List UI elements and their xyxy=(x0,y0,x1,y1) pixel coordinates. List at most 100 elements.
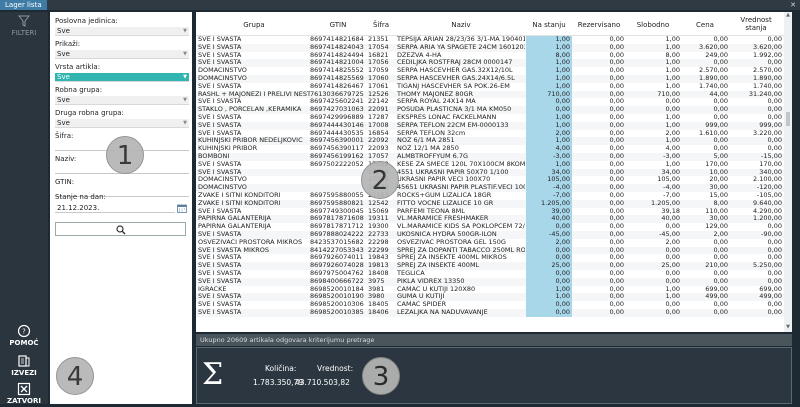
table-row[interactable]: PAPIRNA GALANTERIJA 8697817871712 19300 VL.… xyxy=(196,223,784,231)
prikazi-select[interactable]: Sve ▼ xyxy=(55,50,189,59)
cell-grupa: DOMACINSTVO xyxy=(198,67,247,75)
cell-slobodno: 1,00 xyxy=(665,74,680,82)
cell-na-stanju: 0,00 xyxy=(526,254,572,263)
cell-gtin: 8697595880821 xyxy=(310,199,364,207)
cell-sifra: 17008 xyxy=(368,121,389,129)
table-row[interactable]: SVE I SVASTA 8697749300045 15069 PARFEMI TE… xyxy=(196,207,784,216)
cell-grupa: SVE I SVASTA xyxy=(198,308,242,316)
cell-na-stanju: 1,00 xyxy=(526,137,572,146)
cell-rezervisano: 0,00 xyxy=(609,51,624,59)
table-row[interactable]: SVE I SVASTA 8697414821004 17056 CEDILJKA R… xyxy=(196,59,784,68)
table-row[interactable]: IGRACKE 8698520010184 3981 CAMAC U KUTIJI 1… xyxy=(196,285,784,294)
scrollbar-thumb[interactable] xyxy=(786,112,790,126)
table-row[interactable]: OSVEŽIVAČI PROSTORA MIKROS 8423537015682 2… xyxy=(196,238,784,247)
callout-1: 1 xyxy=(106,136,144,174)
cell-slobodno: 0,00 xyxy=(665,223,680,231)
cell-grupa: SVE I SVASTA xyxy=(198,168,242,176)
druga-robna-grupa-select[interactable]: Sve ▼ xyxy=(55,119,189,128)
column-header-grupa[interactable]: Grupa xyxy=(198,21,310,29)
table-row[interactable]: SVE I SVASTA 8698520010385 18406 LEZALJKA N… xyxy=(196,308,784,317)
cell-vrednost: 2.570,00 xyxy=(753,67,782,75)
table-row[interactable]: SVE I SVASTA 8697926074011 19843 SPREJ ZA I… xyxy=(196,254,784,263)
cell-na-stanju: 34,00 xyxy=(526,168,572,177)
calendar-icon[interactable] xyxy=(177,204,187,213)
table-row[interactable]: SVE I SVASTA170664551 UKRASNI PAPIR 50X7… xyxy=(196,168,784,177)
tab-lager-lista[interactable]: Lager lista xyxy=(0,0,47,10)
filters-button[interactable]: FILTERI xyxy=(0,14,48,37)
cell-vrednost: 0,00 xyxy=(767,36,782,43)
cell-slobodno: 40,00 xyxy=(661,215,680,223)
cell-sifra: 17061 xyxy=(368,82,389,90)
table-row[interactable]: KUHINJSKI PRIBOR 8697456390117 22093 NOZ 12… xyxy=(196,145,784,153)
cell-naziv: SERPA HASCEVHER GAS.32X12/10L xyxy=(397,67,513,75)
robna-grupa-select[interactable]: Sve ▼ xyxy=(55,96,189,105)
table-row[interactable]: DOMACINSTVO1677245651 UKRASNI PAPIR PLAS… xyxy=(196,184,784,192)
table-row[interactable]: STAKLO , PORCELAN ,KERAMIKA 8697427031063… xyxy=(196,106,784,114)
table-row[interactable]: SVE I SVASTA 8697425602241 22142 SERPA ROYA… xyxy=(196,98,784,107)
cell-grupa: DOMACINSTVO xyxy=(198,176,247,184)
close-icon[interactable]: ✕ xyxy=(788,0,798,10)
column-header-vrednost-stanja[interactable]: Vrednost stanja xyxy=(730,16,782,32)
prikazi-value: Sve xyxy=(57,50,70,58)
export-button[interactable]: IZVEZI xyxy=(0,354,48,377)
column-header-na-stanju[interactable]: Na stanju xyxy=(526,21,572,29)
table-row[interactable]: SVE I SVASTA 8698520010306 18405 CAMAC SPID… xyxy=(196,301,784,309)
chevron-down-icon: ▼ xyxy=(183,74,187,80)
table-row[interactable]: BOMBONI 8697456199162 17057 ALMBTROFFYUM 6.… xyxy=(196,152,784,161)
chevron-down-icon: ▼ xyxy=(183,51,187,57)
vrsta-artikla-select[interactable]: Sve ▼ xyxy=(55,73,189,82)
table-row[interactable]: SVE I SVASTA 8698400666722 3975 PIKLA VIDRE… xyxy=(196,277,784,286)
column-header-naziv[interactable]: Naziv xyxy=(397,21,525,29)
table-row[interactable]: SVE I SVASTA 8697414824494 16821 DZEZVA 4-H… xyxy=(196,51,784,60)
grid-header: Grupa GTIN Šifra Naziv Na stanju Rezervi… xyxy=(196,12,792,36)
table-row[interactable]: SVE I SVASTA 8697926074028 19813 SPREJ ZA I… xyxy=(196,262,784,270)
column-header-sifra[interactable]: Šifra xyxy=(368,21,394,29)
lager-lista-window: Lager lista ✕ FILTERI ? POMOĆ IZVEZI ZAT… xyxy=(0,0,800,407)
totals-panel: Σ Količina: 1.783.350,79 Vrednost: 43.71… xyxy=(196,347,792,404)
table-row[interactable]: KUHINJSKI PRIBOR NEDELJKOVIC 869745639000… xyxy=(196,137,784,146)
help-icon: ? xyxy=(17,324,31,338)
cell-grupa: SVE I SVASTA xyxy=(198,269,242,277)
robna-grupa-label: Robna grupa: xyxy=(55,86,103,94)
table-row[interactable]: SVE I SVASTA 8697414826467 17061 TIGANJ HAS… xyxy=(196,82,784,91)
robna-grupa-value: Sve xyxy=(57,96,70,104)
table-row[interactable]: SVE I SVASTA 8698520010190 3980 GUMA U KUTI… xyxy=(196,293,784,302)
stanje-na-dan-input[interactable]: 21.12.2023. xyxy=(55,203,175,213)
cell-cena: 1.890,00 xyxy=(699,74,728,82)
close-button[interactable]: ZATVORI xyxy=(0,382,48,405)
scroll-down-icon[interactable]: ▼ xyxy=(784,324,792,332)
table-row[interactable]: SVE I SVASTA MIKROS 8414227053343 22299 SPR… xyxy=(196,246,784,255)
column-header-gtin[interactable]: GTIN xyxy=(310,21,366,29)
table-row[interactable]: SVE I SVASTA 8697888024222 22733 UKOSNICA H… xyxy=(196,230,784,239)
table-row[interactable]: DOMACINSTVO 8697414825552 17059 SERPA HASCE… xyxy=(196,67,784,75)
cell-slobodno: 0,00 xyxy=(665,98,680,106)
poslovna-jedinica-select[interactable]: Sve ▼ xyxy=(55,27,189,36)
column-header-rezervisano[interactable]: Rezervisano xyxy=(574,21,624,29)
table-row[interactable]: SVE I SVASTA 8697414824043 17054 SERPA ARIA… xyxy=(196,43,784,52)
cell-naziv: PIKLA VIDREX 13350 xyxy=(397,277,465,285)
cell-grupa: RASHL + MAJONEZI I PRELIVI NESTLE xyxy=(198,90,310,98)
cell-na-stanju: 0,00 xyxy=(526,269,572,278)
table-row[interactable]: SVE I SVASTA 8697429996889 17287 EKSPRES LO… xyxy=(196,113,784,122)
table-row[interactable]: SVE I SVASTA 8697975004762 18408 TEGLICA 0,0… xyxy=(196,269,784,278)
scroll-up-icon[interactable]: ▲ xyxy=(784,12,792,20)
table-row[interactable]: DOMACINSTVO 8697414825569 17060 SERPA HASCE… xyxy=(196,74,784,83)
column-header-cena[interactable]: Cena xyxy=(682,21,728,29)
table-row[interactable]: SVE I SVASTA869750222205217058KESE ZA SM… xyxy=(196,160,784,169)
vertical-scrollbar[interactable]: ▲ ▼ xyxy=(784,12,792,332)
table-row[interactable]: ZVAKE I SITNI KONDITORI 8697595880821 1254… xyxy=(196,199,784,208)
cell-sifra: 22091 xyxy=(368,106,389,114)
search-button[interactable] xyxy=(55,222,186,236)
table-row[interactable]: SVE I SVASTA 8697414821684 21351 TEPSIJA AR… xyxy=(196,36,784,44)
table-row[interactable]: RASHL + MAJONEZI I PRELIVI NESTLE 7613036… xyxy=(196,90,784,99)
cell-rezervisano: 0,00 xyxy=(609,301,624,309)
help-button[interactable]: ? POMOĆ xyxy=(0,324,48,347)
cell-sifra: 12542 xyxy=(368,199,389,207)
table-row[interactable]: SVE I SVASTA 8697444430535 16854 SERPA TEFL… xyxy=(196,129,784,138)
table-row[interactable]: PAPIRNA GALANTERIJA 8697817871608 19311 VL.… xyxy=(196,215,784,224)
table-row[interactable]: DOMACINSTVO17066UKRASNI PAPIR VECI 100X7… xyxy=(196,176,784,185)
table-row[interactable]: ZVAKE I SITNI KONDITORI86975958800552116… xyxy=(196,191,784,200)
cell-vrednost: 1.200,00 xyxy=(753,215,782,223)
column-header-slobodno[interactable]: Slobodno xyxy=(626,21,680,29)
table-row[interactable]: SVE I SVASTA 8697444430146 17008 SERPA TEFL… xyxy=(196,121,784,130)
